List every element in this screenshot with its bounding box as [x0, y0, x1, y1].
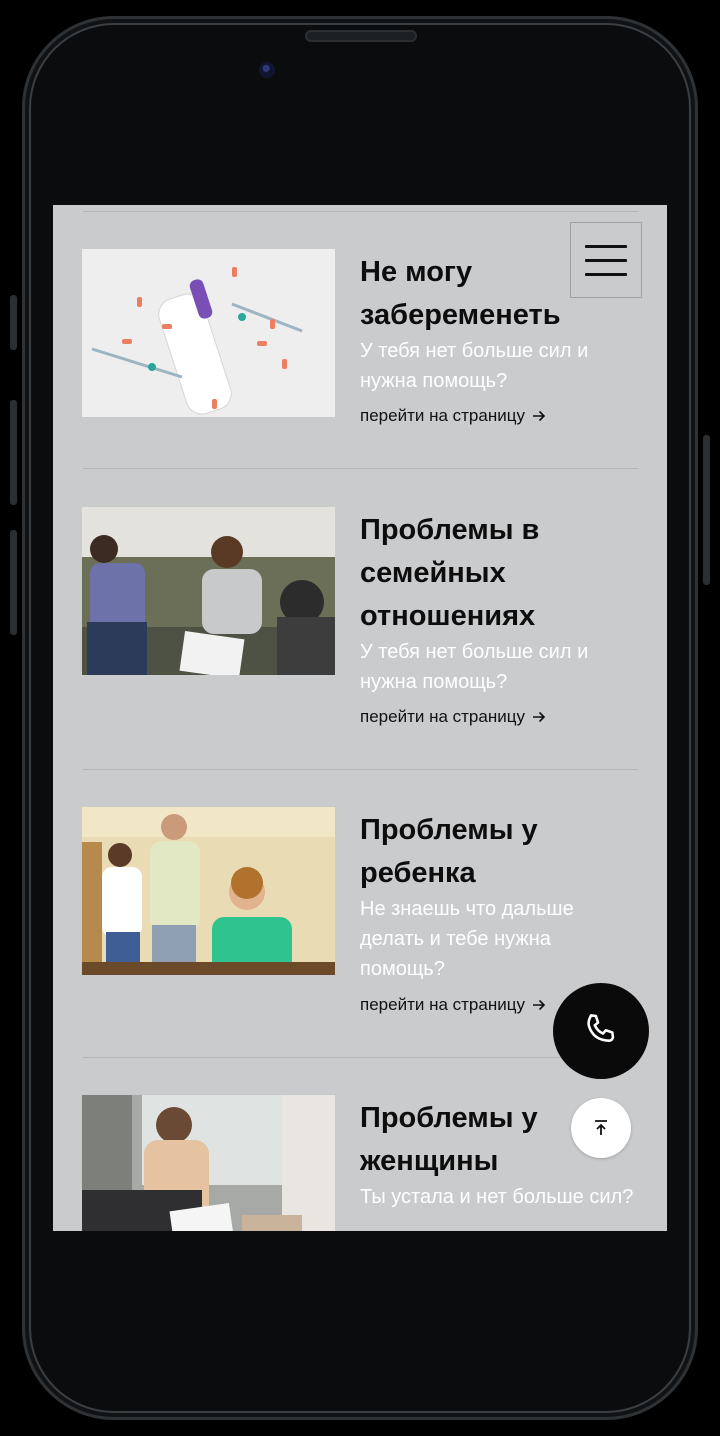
hamburger-icon [585, 272, 627, 276]
card-link[interactable]: перейти на страницу [360, 406, 547, 426]
divider [83, 1057, 638, 1058]
divider [83, 211, 638, 212]
card-description: У тебя нет больше сил и нужна помощь? [360, 340, 589, 392]
card-link-label: перейти на страницу [360, 995, 525, 1014]
card-image [82, 507, 335, 675]
woman-therapy-photo [82, 1095, 335, 1231]
card-title: Проблемы в семейных отношениях [360, 514, 540, 632]
divider [83, 769, 638, 770]
scroll-top-button[interactable] [571, 1098, 631, 1158]
family-child-photo [82, 807, 335, 975]
hamburger-icon [585, 244, 627, 248]
menu-button[interactable] [570, 222, 642, 298]
arrow-up-to-top-icon [595, 1120, 607, 1135]
arrow-right-icon [532, 711, 546, 723]
card-image [82, 807, 335, 975]
card-description: Ты устала и нет больше сил? [360, 1186, 634, 1208]
card-image [82, 249, 335, 417]
side-button [10, 400, 17, 505]
arrow-right-icon [532, 999, 546, 1011]
phone-icon [587, 1014, 615, 1042]
card-link[interactable]: перейти на страницу [360, 707, 547, 727]
side-button [10, 295, 17, 350]
arrow-right-icon [532, 410, 546, 422]
call-button[interactable] [553, 983, 649, 1079]
card-description: У тебя нет больше сил и нужна помощь? [360, 641, 589, 693]
hamburger-icon [585, 258, 627, 262]
card-link[interactable]: перейти на страницу [360, 995, 547, 1015]
card-link-label: перейти на страницу [360, 707, 525, 726]
couple-therapy-photo [82, 507, 335, 675]
card-title: Проблемы у ребенка [360, 814, 538, 889]
camera [259, 62, 275, 78]
divider [83, 468, 638, 469]
card-link-label: перейти на страницу [360, 406, 525, 425]
screen: Не могу забеременеть У тебя нет больше с… [53, 205, 667, 1231]
side-button [10, 530, 17, 635]
pregnancy-test-photo [82, 249, 335, 417]
speaker-grille [305, 30, 417, 42]
card-image [82, 1095, 335, 1231]
card-description: Не знаешь что дальше делать и тебе нужна… [360, 898, 574, 980]
power-button [703, 435, 710, 585]
